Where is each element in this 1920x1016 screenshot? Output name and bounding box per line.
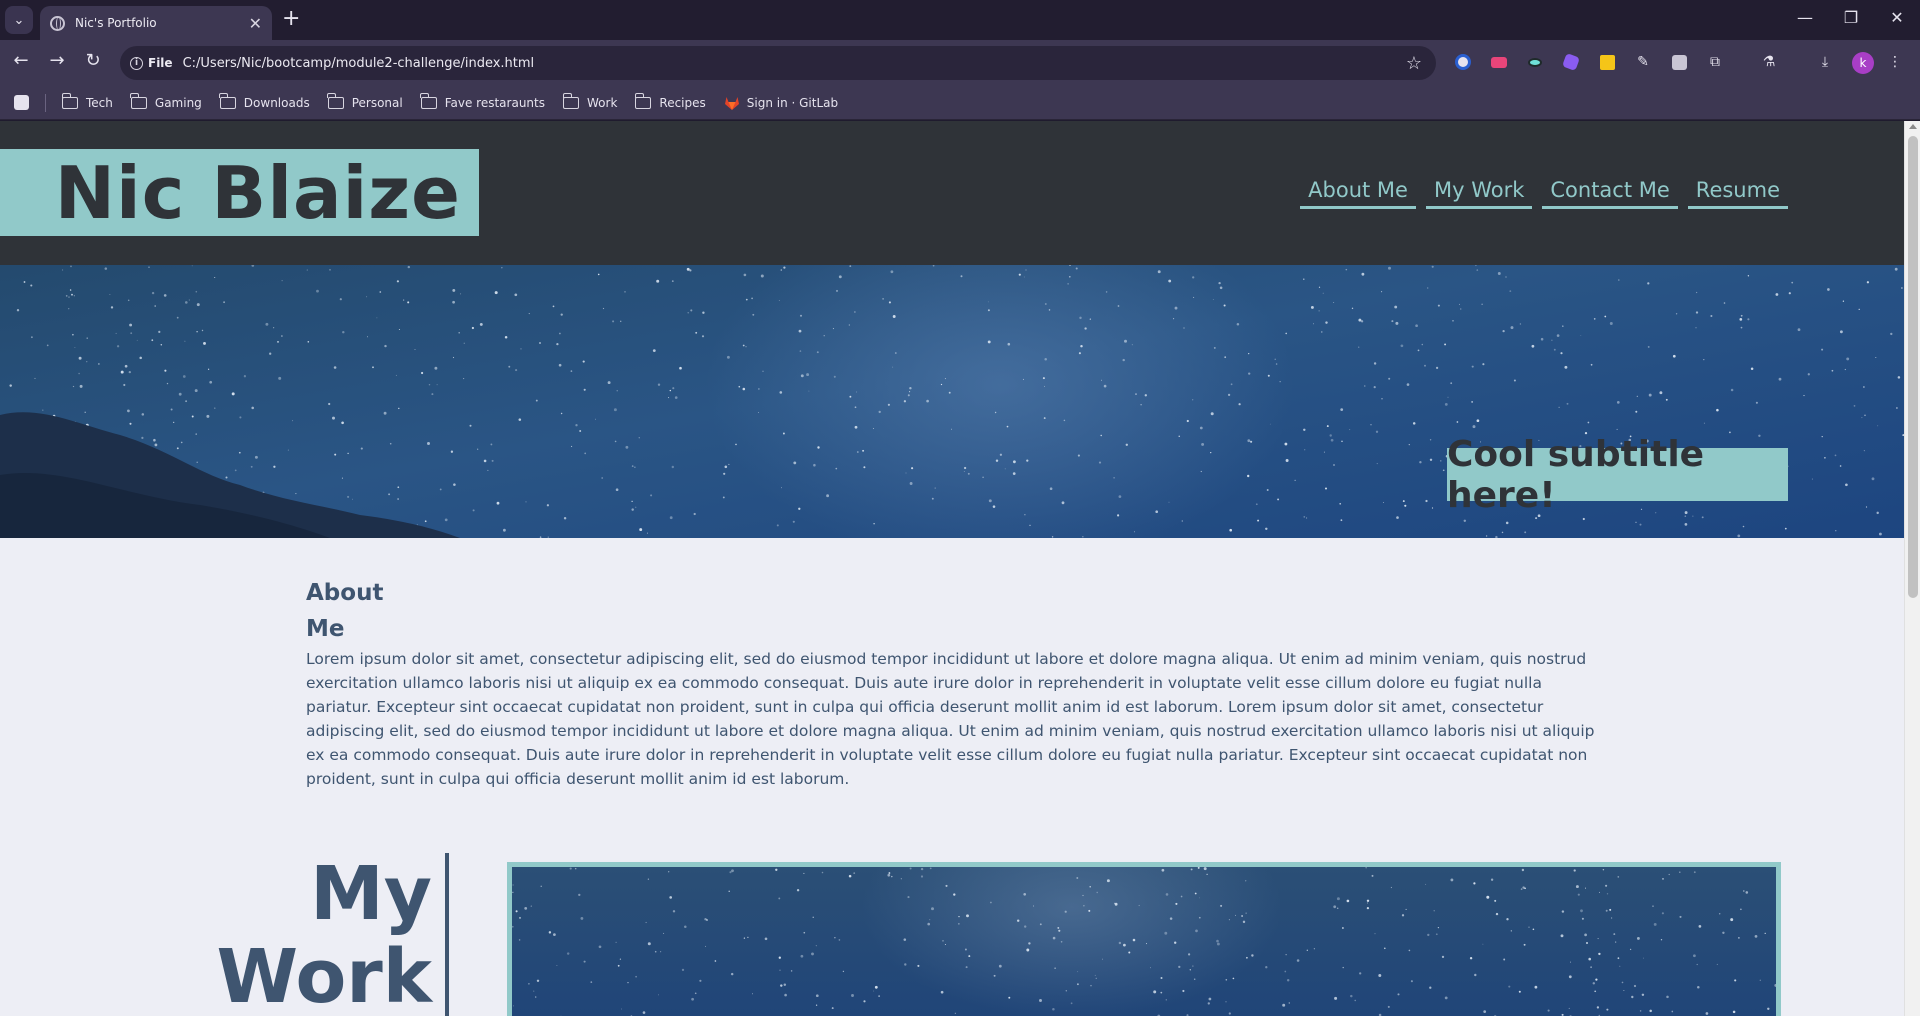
- bookmark-folder-restaurants[interactable]: Fave restaraunts: [420, 92, 545, 110]
- eyedropper-icon[interactable]: ✎: [1633, 52, 1653, 72]
- bookmarks-bar: Tech Gaming Downloads Personal Fave rest…: [0, 86, 1920, 120]
- about-heading: About Me: [306, 580, 384, 642]
- bookmark-folder-work[interactable]: Work: [562, 92, 618, 110]
- bookmark-folder-tech[interactable]: Tech: [61, 92, 113, 110]
- nav-link-resume[interactable]: Resume: [1687, 178, 1788, 209]
- url-text[interactable]: C:/Users/Nic/bootcamp/module2-challenge/…: [183, 56, 535, 71]
- tab-title: Nic's Portfolio: [75, 16, 157, 30]
- tab-search-chevron-icon[interactable]: ⌄: [5, 6, 33, 34]
- bookmark-folder-gaming[interactable]: Gaming: [130, 92, 202, 110]
- minimize-icon[interactable]: —: [1790, 8, 1820, 27]
- forward-arrow-icon[interactable]: →: [44, 50, 70, 71]
- site-logo: Nic Blaize: [54, 151, 461, 235]
- extensions-puzzle-icon[interactable]: ⧉: [1705, 52, 1725, 72]
- nav-link-contact[interactable]: Contact Me: [1542, 178, 1678, 209]
- info-icon: i: [130, 56, 143, 70]
- folder-icon: [219, 92, 236, 109]
- bookmark-label: Gaming: [154, 95, 202, 110]
- bookmark-folder-personal[interactable]: Personal: [327, 92, 403, 110]
- bookmark-label: Sign in · GitLab: [746, 95, 839, 110]
- globe-icon: [50, 15, 65, 31]
- page-scrollbar[interactable]: [1904, 121, 1920, 1016]
- browser-toolbar: ← → ↻ i File C:/Users/Nic/bootcamp/modul…: [0, 40, 1920, 86]
- bookmark-label: Fave restaraunts: [444, 95, 545, 110]
- hero-subtitle: Cool subtitle here!: [1447, 433, 1705, 516]
- logo-box: Nic Blaize: [0, 149, 479, 236]
- page-viewport: Nic Blaize About Me My Work Contact Me R…: [0, 121, 1920, 1016]
- address-bar[interactable]: i File C:/Users/Nic/bootcamp/module2-cha…: [120, 46, 1436, 80]
- gitlab-icon: [724, 96, 739, 110]
- record-extension-icon[interactable]: [1489, 52, 1509, 72]
- tab-strip: ⌄ Nic's Portfolio ✕ + — ❐ ✕: [0, 0, 1920, 40]
- nav-link-work[interactable]: My Work: [1425, 178, 1533, 209]
- work-starfield-image: [512, 867, 1776, 1016]
- work-featured-image[interactable]: [507, 862, 1781, 1016]
- color-picker-extension-icon[interactable]: [1561, 52, 1581, 72]
- notes-extension-icon[interactable]: [1597, 52, 1617, 72]
- folder-icon: [562, 92, 579, 109]
- bookmark-label: Tech: [86, 95, 113, 110]
- work-divider: [445, 853, 449, 1016]
- bookmarks-divider: [45, 93, 46, 112]
- folder-icon: [61, 92, 78, 109]
- kebab-menu-icon[interactable]: ⋮: [1885, 52, 1905, 72]
- profile-avatar[interactable]: k: [1852, 52, 1874, 74]
- bookmark-label: Recipes: [659, 95, 706, 110]
- site-nav: About Me My Work Contact Me Resume: [1290, 178, 1788, 209]
- hero-banner: Cool subtitle here!: [0, 265, 1904, 538]
- grammar-extension-icon[interactable]: [1669, 52, 1689, 72]
- scroll-up-arrow-icon[interactable]: [1909, 124, 1917, 129]
- bookmark-gitlab[interactable]: Sign in · GitLab: [724, 95, 838, 111]
- reload-icon[interactable]: ↻: [80, 50, 106, 71]
- bookmark-label: Work: [587, 95, 618, 110]
- eye-extension-icon[interactable]: [1525, 52, 1545, 72]
- labs-flask-icon[interactable]: ⚗: [1759, 52, 1779, 72]
- restore-icon[interactable]: ❐: [1836, 8, 1866, 27]
- site-header: Nic Blaize About Me My Work Contact Me R…: [0, 121, 1904, 265]
- bookmark-star-icon[interactable]: ☆: [1406, 53, 1422, 74]
- bookmark-label: Personal: [351, 95, 403, 110]
- back-arrow-icon[interactable]: ←: [8, 50, 34, 71]
- apps-icon[interactable]: [14, 95, 29, 110]
- bookmark-folder-recipes[interactable]: Recipes: [634, 92, 706, 110]
- about-body: Lorem ipsum dolor sit amet, consectetur …: [306, 650, 1595, 788]
- nav-link-about[interactable]: About Me: [1300, 178, 1416, 209]
- bookmark-label: Downloads: [243, 95, 310, 110]
- tab-close-icon[interactable]: ✕: [249, 14, 262, 33]
- browser-tab[interactable]: Nic's Portfolio ✕: [40, 6, 272, 40]
- new-tab-plus-icon[interactable]: +: [282, 8, 300, 30]
- folder-icon: [634, 92, 652, 109]
- work-heading: My Work: [216, 851, 432, 1016]
- site-info-chip[interactable]: i File: [130, 56, 173, 70]
- bookmark-folder-downloads[interactable]: Downloads: [219, 92, 310, 110]
- about-section: About Me Lorem ipsum dolor sit amet, con…: [306, 575, 1596, 791]
- folder-icon: [420, 92, 437, 109]
- folder-icon: [327, 92, 344, 109]
- window-close-icon[interactable]: ✕: [1882, 8, 1912, 27]
- folder-icon: [130, 92, 147, 109]
- password-manager-icon[interactable]: [1453, 52, 1473, 72]
- hero-subtitle-box: Cool subtitle here!: [1447, 434, 1788, 516]
- site-info-label: File: [148, 56, 173, 70]
- download-icon[interactable]: ⤓: [1815, 52, 1835, 72]
- scrollbar-thumb[interactable]: [1908, 136, 1918, 598]
